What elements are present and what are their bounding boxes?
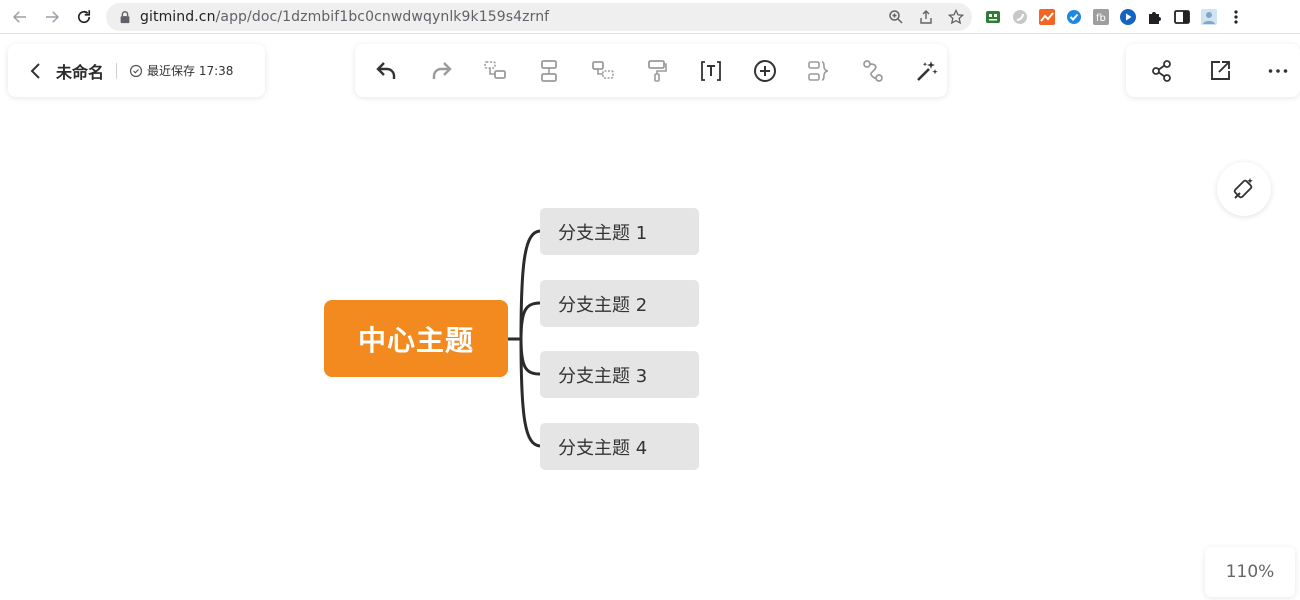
address-bar[interactable]: gitmind.cn/app/doc/1dzmbif1bc0cnwdwqynlk… [106,3,972,31]
summary-icon[interactable] [803,55,835,87]
share-icon[interactable] [1146,55,1178,87]
extension-robot-icon[interactable] [984,8,1002,26]
extensions-puzzle-icon[interactable] [1146,8,1164,26]
reload-icon[interactable] [69,2,99,32]
add-icon[interactable] [749,55,781,87]
back-icon[interactable] [26,61,46,81]
extension-chart-icon[interactable] [1038,8,1056,26]
url-path: /app/doc/1dzmbif1bc0cnwdwqynlk9k159s4zrn… [215,9,550,25]
share-page-icon[interactable] [918,9,934,25]
document-title[interactable]: 未命名 [56,59,104,83]
divider [116,62,118,79]
redo-icon[interactable] [425,55,457,87]
more-icon[interactable] [1262,55,1294,87]
extension-check-icon[interactable] [1065,8,1083,26]
zoom-level[interactable]: 110% [1205,547,1295,597]
lock-icon [120,11,130,24]
browser-menu-icon[interactable] [1227,8,1245,26]
bookmark-star-icon[interactable] [948,9,964,25]
insert-child-topic-icon[interactable] [479,55,511,87]
main-toolbar [355,44,947,97]
save-status: 最近保存 17:38 [147,64,234,78]
browser-toolbar: gitmind.cn/app/doc/1dzmbif1bc0cnwdwqynlk… [0,0,1300,34]
export-icon[interactable] [1204,55,1236,87]
ai-magic-icon[interactable] [911,55,943,87]
document-header: 未命名 最近保存 17:38 [8,44,265,97]
extension-sync-icon[interactable] [1011,8,1029,26]
style-brush-icon [1233,178,1253,199]
branch-topic-1[interactable]: 分支主题 1 [540,208,699,255]
url-host: gitmind.cn [140,9,216,25]
svg-text:fb: fb [1096,13,1106,24]
insert-sibling-topic-icon[interactable] [533,55,565,87]
side-panel-icon[interactable] [1173,8,1191,26]
branch-topic-4[interactable]: 分支主题 4 [540,423,699,470]
zoom-icon[interactable] [888,9,904,25]
profile-avatar-icon[interactable] [1200,8,1218,26]
saved-check-icon [129,64,143,77]
text-icon[interactable] [695,55,727,87]
forward-icon[interactable] [37,2,67,32]
url-text: gitmind.cn/app/doc/1dzmbif1bc0cnwdwqynlk… [140,9,549,25]
insert-parent-topic-icon[interactable] [587,55,619,87]
branch-topic-2[interactable]: 分支主题 2 [540,280,699,327]
undo-icon[interactable] [371,55,403,87]
style-tool-button[interactable] [1217,162,1271,216]
action-panel [1126,44,1300,97]
extension-book-icon[interactable]: fb [1092,8,1110,26]
branch-topic-3[interactable]: 分支主题 3 [540,351,699,398]
central-topic[interactable]: 中心主题 [324,300,508,377]
back-icon[interactable] [5,2,35,32]
format-painter-icon[interactable] [641,55,673,87]
relation-icon[interactable] [857,55,889,87]
extension-media-icon[interactable] [1119,8,1137,26]
